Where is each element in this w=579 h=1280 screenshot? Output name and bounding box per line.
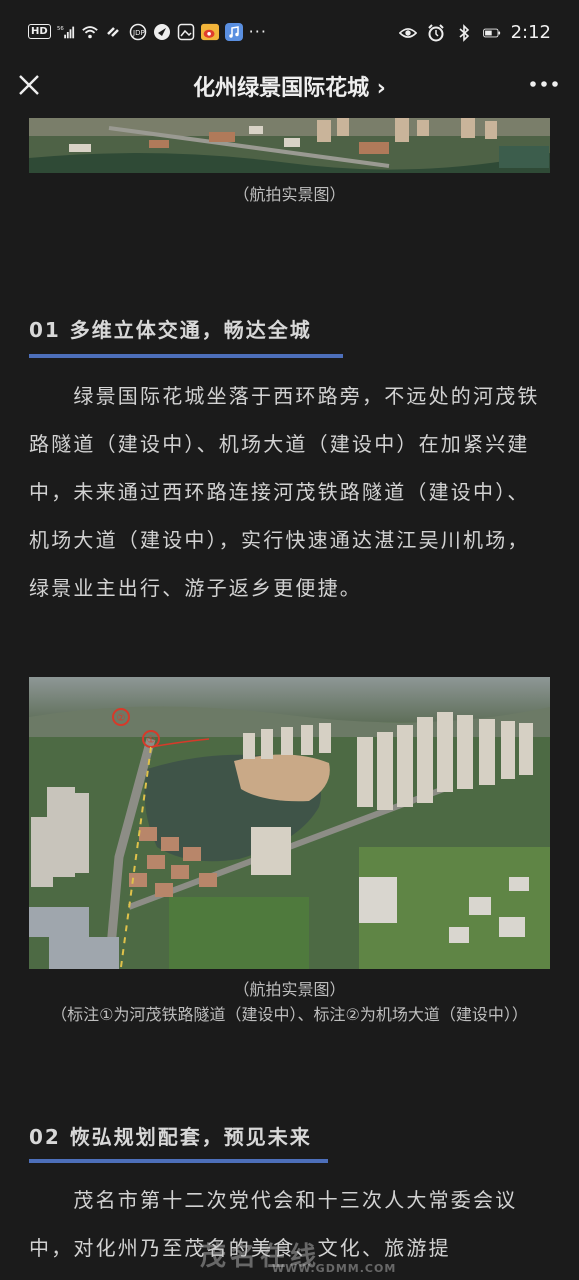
annotation-marker-2: ② [117, 713, 126, 724]
battery-icon [482, 24, 501, 42]
photo-caption-line1: （航拍实景图） [233, 980, 346, 999]
status-bar: HD 56 JDP ··· 2:12 [0, 0, 579, 62]
weibo-icon [200, 23, 219, 41]
annotation-marker-1: ① [147, 735, 156, 746]
site-watermark: 茂名在线 WWW.GDMM.COM [200, 1236, 395, 1275]
direction-icon [153, 23, 171, 41]
music-icon [224, 22, 243, 41]
photo-caption-line2: （标注①为河茂铁路隧道（建设中）、标注②为机场大道（建设中）） [51, 1005, 528, 1024]
signal-icon: 56 [57, 23, 75, 41]
account-title-link[interactable]: 化州绿景国际花城 › [0, 70, 579, 102]
alarm-icon [427, 23, 445, 42]
article-paragraph: 绿景国际花城坐落于西环路旁，不远处的河茂铁路隧道（建设中）、机场大道（建设中）在… [29, 384, 540, 600]
bluetooth-icon [455, 23, 473, 42]
app-notification-icon: JDP [129, 23, 147, 41]
svg-text:JDP: JDP [132, 29, 145, 37]
gallery-icon [177, 23, 195, 41]
photo-caption: （航拍实景图） [233, 185, 346, 204]
link-icon [105, 23, 123, 41]
eye-icon [398, 24, 417, 42]
aerial-photo-annotated[interactable]: ② ① [29, 677, 550, 969]
section-underline-2 [29, 1159, 328, 1163]
more-notifications-icon: ··· [248, 22, 267, 41]
clock: 2:12 [510, 22, 551, 43]
status-bar-left: HD 56 JDP ··· [28, 22, 267, 41]
network-type-label: 56 [57, 26, 64, 32]
wifi-icon [81, 23, 99, 41]
top-nav-bar: 化州绿景国际花城 › [0, 62, 579, 108]
hd-badge: HD [28, 24, 51, 39]
more-options-icon[interactable] [529, 74, 559, 94]
aerial-photo-top[interactable] [29, 118, 550, 173]
watermark-url: WWW.GDMM.COM [272, 1262, 397, 1275]
section-heading-2: 02 恢弘规划配套，预见未来 [29, 1125, 312, 1149]
status-bar-right: 2:12 [398, 22, 551, 43]
section-underline [29, 354, 343, 358]
section-heading: 01 多维立体交通，畅达全城 [29, 318, 312, 342]
